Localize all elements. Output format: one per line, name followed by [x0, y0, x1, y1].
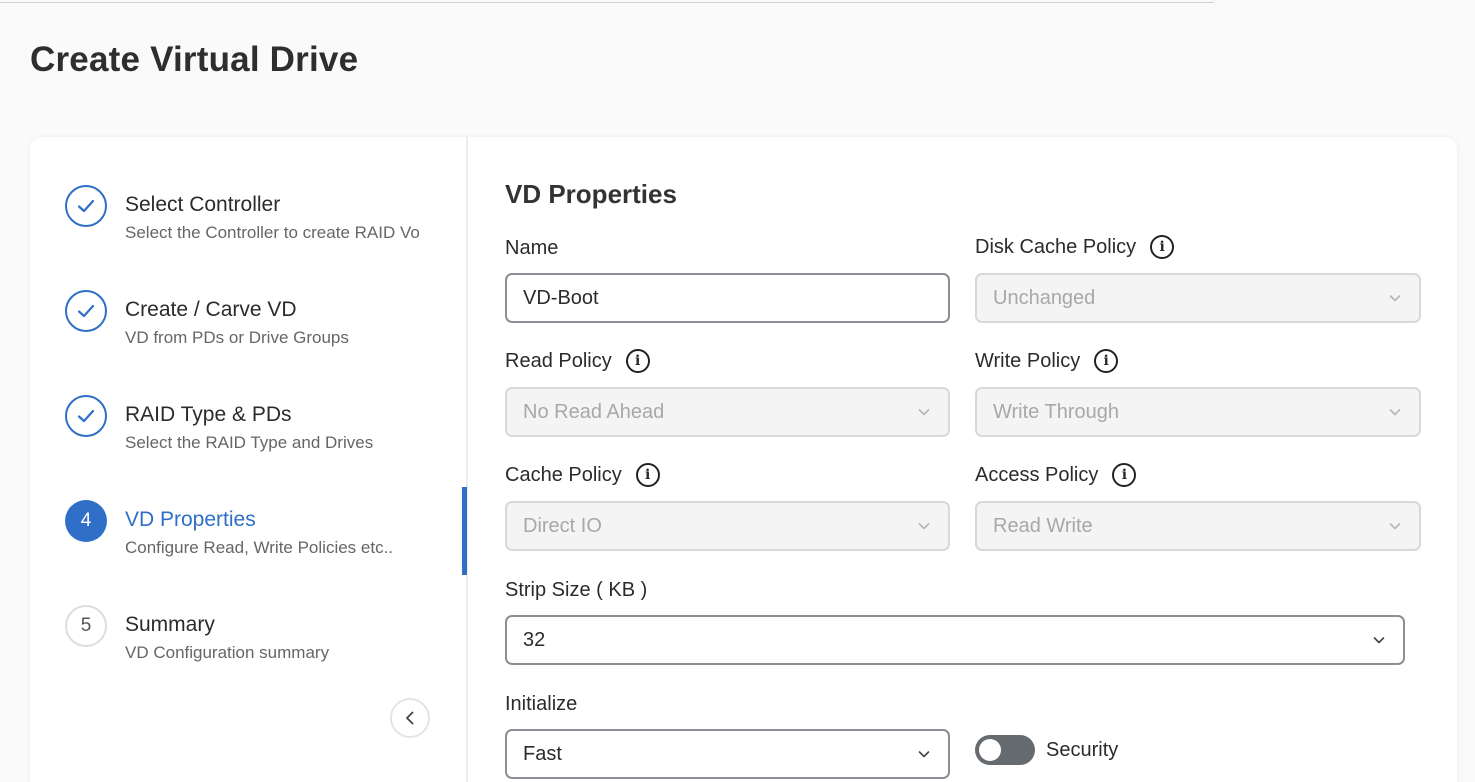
strip-size-value: 32 [523, 628, 546, 651]
check-icon [65, 185, 107, 227]
access-policy-select: Read Write [975, 501, 1421, 551]
security-label: Security [1046, 739, 1119, 761]
step-subtitle: Select the Controller to create RAID Vo [125, 223, 420, 242]
strip-size-label-text: Strip Size ( KB ) [505, 579, 648, 601]
write-policy-value: Write Through [993, 400, 1119, 423]
step-vd-properties[interactable]: 4 VD Properties Configure Read, Write Po… [65, 500, 465, 580]
chevron-down-icon [918, 523, 930, 530]
name-input-value: VD-Boot [523, 286, 599, 309]
disk-cache-policy-label: Disk Cache Policy i [975, 235, 1175, 259]
wizard-card: Select Controller Select the Controller … [30, 137, 1457, 782]
step-title: Create / Carve VD [125, 298, 297, 321]
read-policy-label-text: Read Policy [505, 349, 612, 372]
info-icon[interactable]: i [1150, 235, 1175, 259]
write-policy-label: Write Policy i [975, 349, 1119, 373]
step-number: 4 [65, 500, 107, 542]
access-policy-label-text: Access Policy [975, 463, 1099, 486]
read-policy-select: No Read Ahead [505, 387, 950, 437]
step-subtitle: Configure Read, Write Policies etc.. [125, 538, 394, 557]
disk-cache-policy-label-text: Disk Cache Policy [975, 235, 1137, 258]
step-subtitle: Select the RAID Type and Drives [125, 433, 374, 452]
strip-size-select[interactable]: 32 [505, 615, 1405, 665]
chevron-down-icon [1389, 295, 1401, 302]
active-step-indicator [462, 487, 467, 575]
initialize-label: Initialize [505, 693, 577, 716]
toggle-knob [979, 739, 1001, 761]
write-policy-label-text: Write Policy [975, 349, 1081, 372]
info-icon[interactable]: i [635, 463, 660, 487]
initialize-label-text: Initialize [505, 693, 578, 715]
name-label: Name [505, 237, 558, 260]
disk-cache-policy-select: Unchanged [975, 273, 1421, 323]
cache-policy-label: Cache Policy i [505, 463, 660, 487]
initialize-value: Fast [523, 742, 562, 765]
chevron-down-icon [918, 409, 930, 416]
strip-size-label: Strip Size ( KB ) [505, 579, 647, 602]
info-icon[interactable]: i [625, 349, 650, 373]
initialize-select[interactable]: Fast [505, 729, 950, 779]
disk-cache-policy-value: Unchanged [993, 286, 1096, 309]
cache-policy-select: Direct IO [505, 501, 950, 551]
step-title: RAID Type & PDs [125, 403, 292, 426]
access-policy-value: Read Write [993, 514, 1093, 537]
browser-top-edge [0, 0, 1215, 3]
check-icon [65, 290, 107, 332]
check-icon [65, 395, 107, 437]
section-title: VD Properties [505, 179, 677, 209]
step-raid-type-pds[interactable]: RAID Type & PDs Select the RAID Type and… [65, 395, 465, 475]
step-title: Select Controller [125, 193, 281, 216]
wizard-stepper: Select Controller Select the Controller … [30, 137, 468, 782]
step-select-controller[interactable]: Select Controller Select the Controller … [65, 185, 465, 265]
name-label-text: Name [505, 237, 559, 259]
write-policy-select: Write Through [975, 387, 1421, 437]
step-summary[interactable]: 5 Summary VD Configuration summary [65, 605, 465, 685]
step-create-carve-vd[interactable]: Create / Carve VD VD from PDs or Drive G… [65, 290, 465, 370]
chevron-down-icon [1373, 637, 1385, 644]
access-policy-label: Access Policy i [975, 463, 1137, 487]
info-icon[interactable]: i [1094, 349, 1119, 373]
step-number: 5 [65, 605, 107, 647]
chevron-down-icon [918, 751, 930, 758]
step-subtitle: VD from PDs or Drive Groups [125, 328, 349, 347]
step-title: Summary [125, 613, 215, 636]
security-toggle[interactable] [975, 735, 1035, 765]
name-input[interactable]: VD-Boot [505, 273, 950, 323]
read-policy-label: Read Policy i [505, 349, 650, 373]
read-policy-value: No Read Ahead [523, 400, 665, 423]
chevron-down-icon [1389, 523, 1401, 530]
step-title: VD Properties [125, 508, 256, 531]
cache-policy-label-text: Cache Policy [505, 463, 622, 486]
collapse-stepper-button[interactable] [390, 698, 430, 738]
page-title: Create Virtual Drive [30, 40, 359, 79]
info-icon[interactable]: i [1112, 463, 1137, 487]
step-subtitle: VD Configuration summary [125, 643, 330, 662]
chevron-left-icon [406, 711, 414, 725]
chevron-down-icon [1389, 409, 1401, 416]
cache-policy-value: Direct IO [523, 514, 602, 537]
